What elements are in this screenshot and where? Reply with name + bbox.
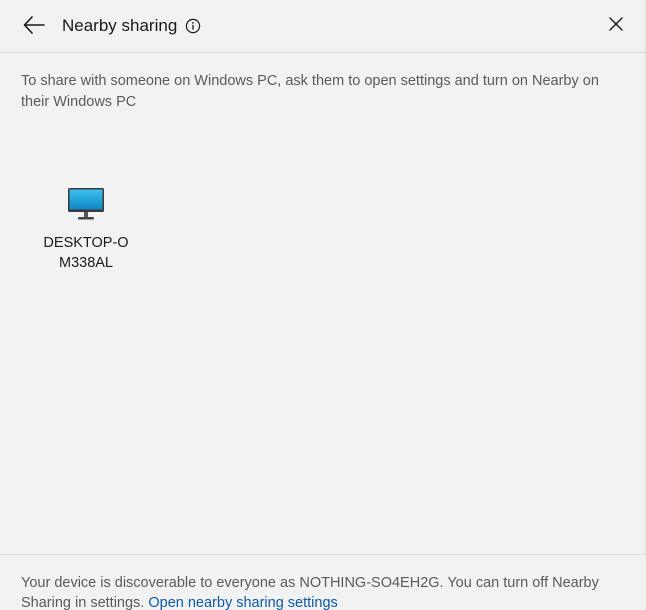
desktop-monitor-icon	[68, 188, 104, 220]
info-circle-icon	[185, 18, 201, 34]
open-settings-link[interactable]: Open nearby sharing settings	[148, 595, 337, 610]
device-name: DESKTOP-OM338AL	[43, 235, 129, 271]
back-button[interactable]	[20, 10, 48, 40]
info-button[interactable]	[185, 18, 201, 34]
arrow-left-icon	[23, 16, 45, 34]
close-icon	[609, 17, 623, 31]
nearby-sharing-window: Nearby sharing To share with someone on …	[0, 0, 646, 610]
header-bar: Nearby sharing	[0, 0, 646, 53]
device-item[interactable]: DESKTOP-OM338AL	[40, 187, 132, 273]
page-title: Nearby sharing	[62, 16, 178, 35]
instructions-text: To share with someone on Windows PC, ask…	[21, 73, 599, 110]
close-button[interactable]	[604, 12, 628, 36]
footer: Your device is discoverable to everyone …	[21, 573, 631, 610]
footer-divider	[0, 554, 646, 555]
